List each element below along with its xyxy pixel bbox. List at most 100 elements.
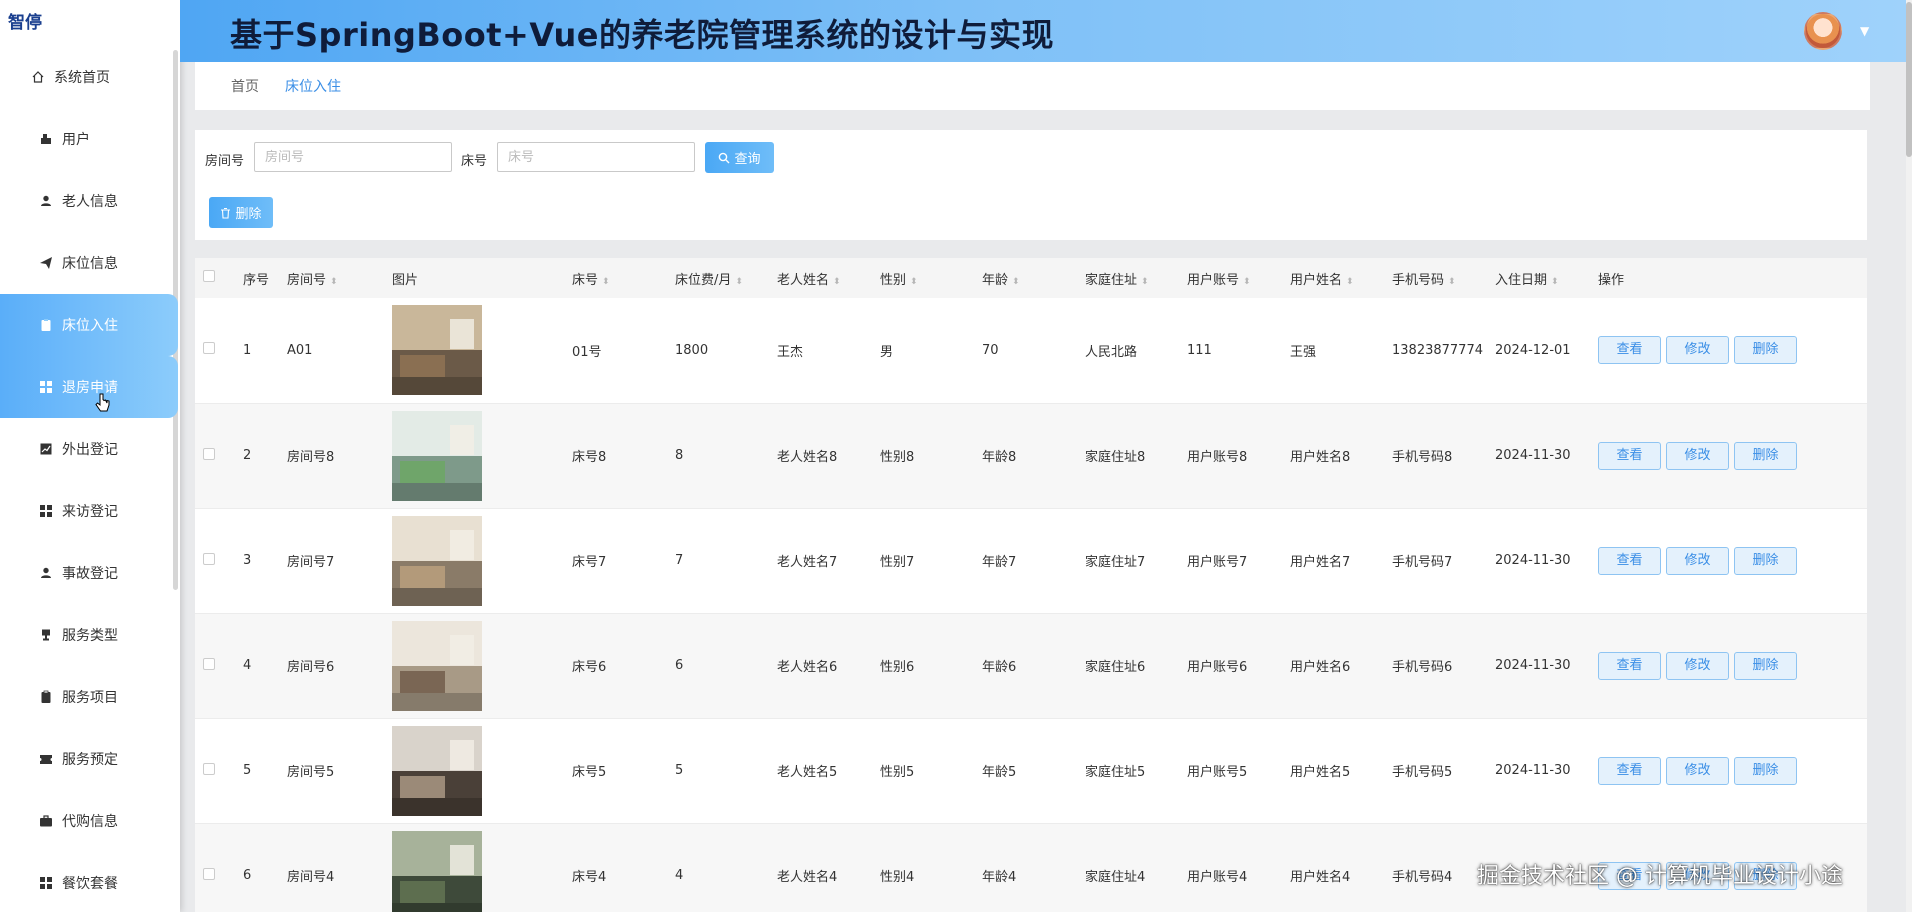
column-header[interactable]: 家庭住址 ⬍: [1077, 258, 1179, 298]
sort-icon[interactable]: ⬍: [1551, 277, 1559, 287]
sidebar-item-label: 服务预定: [62, 752, 118, 768]
row-checkbox[interactable]: [203, 657, 215, 670]
table-row: 4 房间号6 床号6 6 老人姓名6 性别6 年龄6 家庭住址6 用户账号6 用户姓名6 手机号码6…: [195, 613, 1867, 718]
column-header[interactable]: 年龄 ⬍: [974, 258, 1077, 298]
sort-icon[interactable]: ⬍: [735, 277, 743, 287]
cell-index: 6: [243, 868, 252, 883]
edit-button[interactable]: 修改: [1666, 546, 1729, 575]
column-header: 操作: [1598, 272, 1625, 288]
sidebar-item-service-type[interactable]: 服务类型: [0, 604, 180, 666]
sort-icon[interactable]: ⬍: [910, 277, 918, 287]
sidebar-item-home[interactable]: 系统首页: [0, 46, 180, 108]
room-photo[interactable]: [392, 515, 482, 606]
room-photo[interactable]: [392, 620, 482, 711]
sort-icon[interactable]: ⬍: [1346, 277, 1354, 287]
select-all-cell[interactable]: [195, 258, 235, 298]
table-row: 2 房间号8 床号8 8 老人姓名8 性别8 年龄8 家庭住址8 用户账号8 用户姓名8 手机号码8…: [195, 403, 1867, 508]
column-header[interactable]: 用户账号 ⬍: [1179, 258, 1282, 298]
view-button[interactable]: 查看: [1598, 546, 1661, 575]
row-select-cell[interactable]: [195, 613, 235, 718]
cell-image: [384, 403, 564, 508]
room-photo[interactable]: [392, 305, 482, 396]
breadcrumb-home[interactable]: 首页: [231, 76, 259, 96]
cell-date: 2024-12-01: [1495, 342, 1571, 358]
sidebar-item-visit-register[interactable]: 来访登记: [0, 480, 180, 542]
row-checkbox[interactable]: [203, 762, 215, 775]
sort-icon[interactable]: ⬍: [833, 277, 841, 287]
sort-icon[interactable]: ⬍: [1141, 277, 1149, 287]
column-header[interactable]: 用户姓名 ⬍: [1282, 258, 1384, 298]
scrollbar-thumb[interactable]: [1906, 2, 1912, 157]
sort-icon[interactable]: ⬍: [1448, 277, 1456, 287]
room-photo[interactable]: [392, 830, 482, 912]
sidebar-item-meal-package[interactable]: 餐饮套餐: [0, 852, 180, 912]
delete-button[interactable]: 删除: [1734, 441, 1797, 470]
edit-button[interactable]: 修改: [1666, 441, 1729, 470]
table-row: 1 A01 01号 1800 王杰 男 70 人民北路 111 王强 13823877774 2024…: [195, 298, 1867, 403]
sidebar-item-bed-info[interactable]: 床位信息: [0, 232, 180, 294]
column-header[interactable]: 床位费/月 ⬍: [667, 258, 769, 298]
sidebar: 智停 系统首页 用户 老人信息 床位信息 床位入住 退房申请 外出登记 来访登记…: [0, 0, 180, 912]
sort-icon[interactable]: ⬍: [1243, 277, 1251, 287]
sidebar-item-outing-register[interactable]: 外出登记: [0, 418, 180, 480]
cell-account: 用户账号5: [1187, 765, 1248, 780]
column-header[interactable]: 性别 ⬍: [872, 258, 974, 298]
row-checkbox[interactable]: [203, 342, 215, 355]
row-checkbox[interactable]: [203, 867, 215, 880]
chevron-down-icon[interactable]: ▼: [1860, 24, 1869, 38]
room-photo[interactable]: [392, 410, 482, 501]
delete-button[interactable]: 删除: [1734, 336, 1797, 365]
row-select-cell[interactable]: [195, 718, 235, 823]
sidebar-item-service-booking[interactable]: 服务预定: [0, 728, 180, 790]
row-select-cell[interactable]: [195, 403, 235, 508]
delete-button[interactable]: 删除: [1734, 756, 1797, 785]
sidebar-item-checkout-request[interactable]: 退房申请: [0, 356, 178, 418]
delete-button[interactable]: 删除: [1734, 546, 1797, 575]
data-table: 序号 房间号 ⬍ 图片 床号 ⬍ 床位费/月 ⬍ 老人姓名 ⬍ 性别 ⬍ 年龄 ⬍ 家庭住址…: [195, 258, 1867, 912]
sidebar-item-elderly-info[interactable]: 老人信息: [0, 170, 180, 232]
cell-account: 用户账号4: [1187, 870, 1248, 885]
sort-icon[interactable]: ⬍: [602, 277, 610, 287]
room-search-input[interactable]: [254, 142, 452, 172]
cell-fee: 4: [675, 868, 684, 883]
edit-button[interactable]: 修改: [1666, 651, 1729, 680]
batch-delete-button[interactable]: 删除: [209, 197, 273, 228]
column-header[interactable]: 手机号码 ⬍: [1384, 258, 1487, 298]
cell-phone: 手机号码7: [1392, 555, 1453, 570]
bed-search-input[interactable]: [497, 142, 695, 172]
room-photo[interactable]: [392, 725, 482, 816]
view-button[interactable]: 查看: [1598, 756, 1661, 785]
row-checkbox[interactable]: [203, 552, 215, 565]
sort-icon[interactable]: ⬍: [1012, 277, 1020, 287]
cell-age: 年龄4: [982, 870, 1017, 885]
sidebar-item-accident-register[interactable]: 事故登记: [0, 542, 180, 604]
column-header[interactable]: 入住日期 ⬍: [1487, 258, 1590, 298]
column-header[interactable]: 老人姓名 ⬍: [769, 258, 872, 298]
sidebar-item-label: 餐饮套餐: [62, 876, 118, 892]
sidebar-item-purchase-info[interactable]: 代购信息: [0, 790, 180, 852]
edit-button[interactable]: 修改: [1666, 756, 1729, 785]
delete-button[interactable]: 删除: [1734, 651, 1797, 680]
view-button[interactable]: 查看: [1598, 336, 1661, 365]
sidebar-item-bed-checkin[interactable]: 床位入住: [0, 294, 178, 356]
row-checkbox[interactable]: [203, 447, 215, 460]
column-header[interactable]: 房间号 ⬍: [279, 258, 384, 298]
row-select-cell[interactable]: [195, 508, 235, 613]
view-button[interactable]: 查看: [1598, 651, 1661, 680]
row-select-cell[interactable]: [195, 823, 235, 912]
sidebar-item-users[interactable]: 用户: [0, 108, 180, 170]
briefcase-icon: [38, 813, 54, 829]
row-select-cell[interactable]: [195, 298, 235, 403]
edit-button[interactable]: 修改: [1666, 336, 1729, 365]
page-scrollbar[interactable]: [1906, 0, 1912, 912]
avatar[interactable]: [1804, 12, 1842, 50]
view-button[interactable]: 查看: [1598, 441, 1661, 470]
query-button[interactable]: 查询: [705, 142, 774, 173]
select-all-checkbox[interactable]: [203, 270, 215, 282]
cell-image: [384, 718, 564, 823]
sort-icon[interactable]: ⬍: [330, 277, 338, 287]
cell-gender: 男: [880, 344, 894, 360]
table-row: 5 房间号5 床号5 5 老人姓名5 性别5 年龄5 家庭住址5 用户账号5 用户姓名5 手机号码5…: [195, 718, 1867, 823]
sidebar-item-service-items[interactable]: 服务项目: [0, 666, 180, 728]
column-header[interactable]: 床号 ⬍: [564, 258, 667, 298]
